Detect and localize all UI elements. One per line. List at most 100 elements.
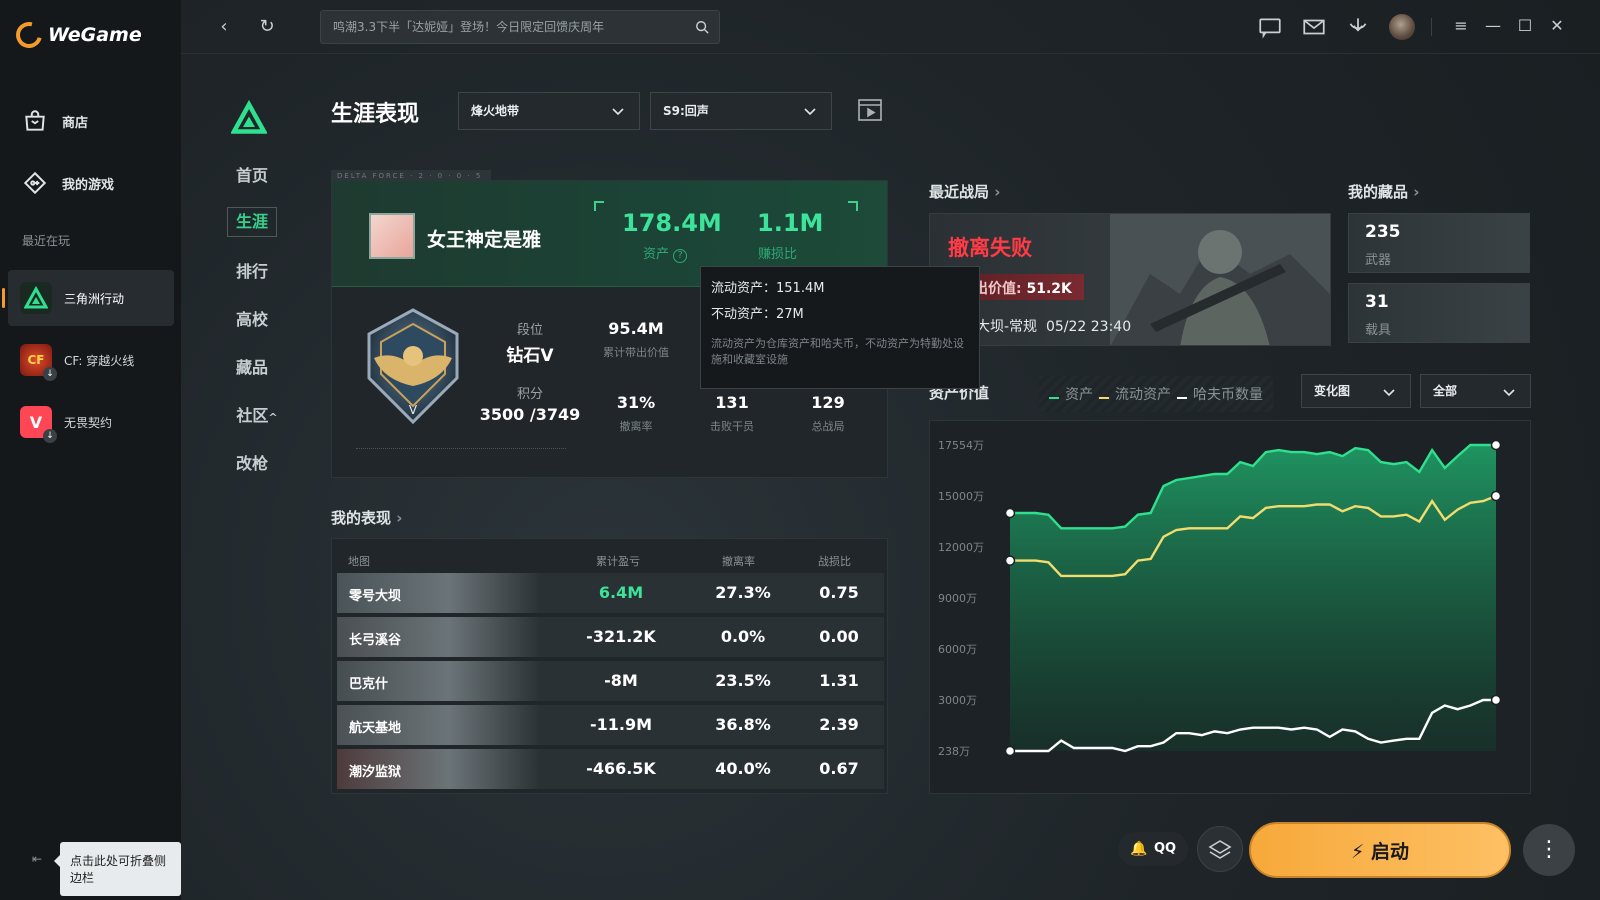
rate-cell: 27.3% — [715, 583, 771, 602]
metric-extracted-value: 95.4M 累计带出价值 — [589, 319, 683, 360]
endpoint-marker[interactable] — [1490, 439, 1502, 451]
legend-liquid[interactable]: 流动资产 — [1099, 384, 1171, 404]
endpoint-marker[interactable] — [1004, 745, 1016, 757]
collapse-sidebar-icon[interactable]: ⇤ — [28, 852, 46, 870]
sidebar-game-valorant[interactable]: V ↓ 无畏契约 — [8, 394, 174, 450]
table-row[interactable]: 巴克什 -8M 23.5% 1.31 — [337, 661, 884, 701]
layers-icon — [1208, 840, 1232, 859]
close-icon[interactable]: ✕ — [1545, 14, 1569, 38]
maximize-icon[interactable]: ☐ — [1513, 14, 1537, 38]
qq-button[interactable]: 🔔 QQ — [1118, 832, 1188, 866]
endpoint-marker[interactable] — [1004, 555, 1016, 566]
chevron-down-icon — [804, 108, 816, 116]
metric-extract-rate: 31% 撤离率 — [589, 393, 683, 434]
collection-vehicles[interactable]: 31 载具 — [1348, 283, 1530, 343]
recent-match-card[interactable]: 撤离失败 带出价值: 51.2K 零号大坝-常规 05/22 23:40 — [929, 213, 1331, 346]
map-name: 航天基地 — [349, 721, 402, 736]
game-nav-rank[interactable]: 排行 — [227, 258, 277, 282]
mode-dropdown[interactable]: 烽火地带 — [458, 92, 640, 130]
kd-cell: 1.31 — [819, 671, 859, 690]
sidebar-item-my-games[interactable]: 我的游戏 — [22, 170, 114, 196]
collection-title[interactable]: 我的藏品 › — [1348, 181, 1419, 202]
asset-chart-svg: 238万 3000万 6000万 9000万 12000万 15000万 17554万 — [938, 439, 1502, 758]
endpoint-marker[interactable] — [1490, 694, 1502, 706]
game-nav-community-label: 社区 — [236, 406, 269, 425]
legend-assets[interactable]: 资产 — [1049, 384, 1093, 404]
table-row[interactable]: 航天基地 -11.9M 36.8% 2.39 — [337, 705, 884, 745]
endpoint-marker[interactable] — [1004, 507, 1016, 519]
game-nav-home[interactable]: 首页 — [227, 162, 277, 186]
y-tick-label: 238万 — [938, 745, 970, 758]
chevron-up-icon: ^ — [268, 411, 278, 424]
player-avatar[interactable] — [369, 213, 415, 259]
legend-label: 资产 — [1065, 387, 1093, 403]
sidebar: WeGame 商店 我的游戏 最近在玩 三角洲行动 CF ↓ CF: 穿越火线 … — [0, 0, 181, 900]
game-nav-community[interactable]: 社区^ — [227, 402, 287, 426]
replay-icon[interactable] — [857, 98, 883, 122]
chevron-down-icon — [1383, 389, 1395, 397]
top-bar: ‹ ↻ 鸣潮3.3下半「达妮娅」登场！今日限定回馈庆周年 ≡ — ☐ ✕ — [181, 0, 1600, 54]
valorant-icon: V ↓ — [20, 406, 57, 443]
chat-icon[interactable] — [1257, 14, 1283, 40]
download-manager-icon[interactable] — [1345, 14, 1371, 40]
launch-button[interactable]: ⚡ 启动 — [1249, 822, 1511, 878]
performance-title[interactable]: 我的表现 › — [331, 507, 402, 528]
table-row[interactable]: 长弓溪谷 -321.2K 0.0% 0.00 — [337, 617, 884, 657]
chevron-right-icon: › — [994, 183, 1001, 201]
sidebar-game-cf[interactable]: CF ↓ CF: 穿越火线 — [8, 332, 174, 388]
metric-kills: 131 击败干员 — [685, 393, 779, 434]
sidebar-item-label: 商店 — [62, 115, 89, 131]
asset-breakdown-tooltip: 流动资产：151.4M 不动资产：27M 流动资产为仓库资产和哈夫币，不动资产为… — [700, 266, 980, 389]
game-nav-career[interactable]: 生涯 — [227, 207, 277, 237]
search-icon[interactable] — [695, 20, 709, 34]
col-header-map: 地图 — [348, 555, 370, 568]
wegame-logo[interactable]: WeGame — [11, 17, 142, 53]
collection-weapons[interactable]: 235 武器 — [1348, 213, 1530, 273]
profit-cell: -321.2K — [586, 627, 656, 646]
chart-view-dropdown[interactable]: 变化图 — [1301, 374, 1411, 408]
help-icon[interactable]: ? — [673, 249, 688, 263]
minimize-icon[interactable]: — — [1481, 14, 1505, 38]
menu-icon[interactable]: ≡ — [1449, 14, 1473, 38]
mail-icon[interactable] — [1301, 14, 1327, 40]
user-avatar[interactable] — [1389, 14, 1415, 40]
main-area: ‹ ↻ 鸣潮3.3下半「达妮娅」登场！今日限定回馈庆周年 ≡ — ☐ ✕ 首页 … — [181, 0, 1600, 900]
assets-label-text: 资产 — [643, 247, 670, 262]
store-icon — [25, 110, 45, 131]
profit-cell: -8M — [604, 671, 638, 690]
svg-text:V: V — [409, 403, 418, 417]
sidebar-item-store[interactable]: 商店 — [22, 108, 88, 134]
game-nav-college[interactable]: 高校 — [227, 306, 277, 330]
refresh-icon[interactable]: ↻ — [254, 14, 280, 40]
chevron-right-icon: › — [396, 509, 403, 527]
kd-cell: 2.39 — [819, 715, 859, 734]
search-input[interactable]: 鸣潮3.3下半「达妮娅」登场！今日限定回馈庆周年 — [320, 10, 720, 44]
chart-range-dropdown[interactable]: 全部 — [1420, 374, 1531, 408]
table-row[interactable]: 潮汐监狱 -466.5K 40.0% 0.67 — [337, 749, 884, 789]
table-row[interactable]: 零号大坝 6.4M 27.3% 0.75 — [337, 573, 884, 613]
delta-force-icon — [20, 282, 52, 314]
chart-range-value: 全部 — [1433, 384, 1458, 398]
kd-label: 赚损比 — [758, 247, 798, 262]
assets-label[interactable]: 资产 ? — [643, 243, 688, 263]
sidebar-game-delta-force[interactable]: 三角洲行动 — [2, 270, 174, 326]
tooltip-fixed: 不动资产：27M — [711, 307, 804, 322]
asset-chart[interactable]: 238万 3000万 6000万 9000万 12000万 15000万 17554万 — [929, 420, 1531, 794]
performance-title-text: 我的表现 — [331, 509, 392, 527]
metric-total-matches: 129 总战局 — [781, 393, 875, 434]
col-header-rate: 撤离率 — [722, 555, 755, 568]
season-dropdown[interactable]: S9:回声 — [650, 92, 832, 130]
more-options-button[interactable]: ⋮ — [1523, 824, 1575, 876]
metric-label: 撤离率 — [619, 420, 653, 433]
recent-played-label: 最近在玩 — [22, 234, 71, 248]
collection-count: 31 — [1365, 292, 1389, 312]
layers-button[interactable] — [1197, 826, 1243, 872]
map-name: 零号大坝 — [349, 589, 402, 604]
recent-match-title[interactable]: 最近战局 › — [929, 181, 1000, 202]
endpoint-marker[interactable] — [1490, 490, 1502, 502]
back-icon[interactable]: ‹ — [211, 14, 237, 40]
legend-coins[interactable]: 哈夫币数量 — [1177, 384, 1263, 404]
game-nav-collection[interactable]: 藏品 — [227, 354, 277, 378]
game-nav-modify-gun[interactable]: 改枪 — [227, 450, 277, 474]
metric-value: 131 — [715, 393, 749, 412]
